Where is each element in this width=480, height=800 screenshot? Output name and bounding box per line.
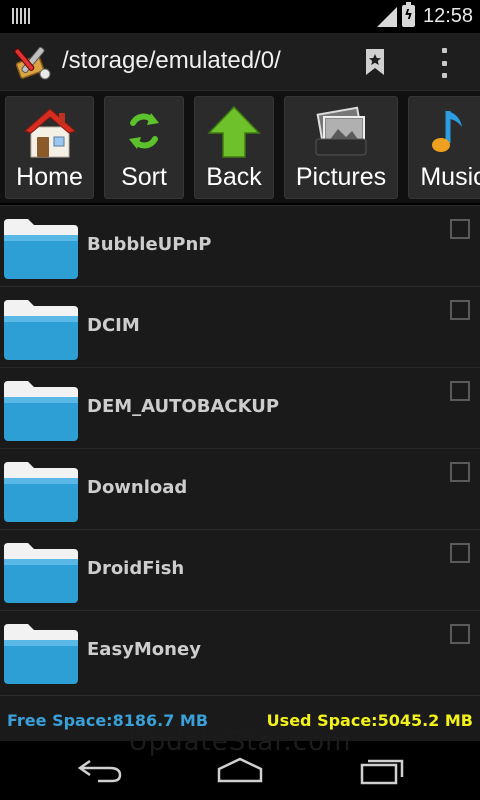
used-space-label: Used Space:5045.2 MB <box>266 711 473 730</box>
back-button[interactable]: Back <box>194 96 274 199</box>
house-icon <box>23 108 76 158</box>
folder-icon <box>4 381 78 441</box>
bookmark-icon[interactable] <box>364 48 386 76</box>
home-button[interactable]: Home <box>5 96 94 199</box>
file-name: DEM_AUTOBACKUP <box>87 396 280 417</box>
file-checkbox[interactable] <box>450 300 470 320</box>
pictures-button-label: Pictures <box>295 163 387 191</box>
folder-icon <box>4 300 78 360</box>
file-name: Download <box>87 477 188 498</box>
back-nav-icon[interactable] <box>76 755 126 785</box>
file-name: DCIM <box>87 315 140 336</box>
pictures-button[interactable]: Pictures <box>284 96 398 199</box>
file-list: BubbleUPnP DCIM DEM_AUTOBACKUP Download <box>0 205 480 695</box>
file-row[interactable]: DroidFish <box>0 529 480 610</box>
status-clock: 12:58 <box>423 5 474 27</box>
app-logo-icon[interactable] <box>14 43 54 83</box>
file-row[interactable]: BubbleUPnP <box>0 205 480 286</box>
file-row[interactable]: Download <box>0 448 480 529</box>
notification-icon <box>12 8 30 24</box>
sort-button-label: Sort <box>121 163 167 191</box>
folder-icon <box>4 462 78 522</box>
system-nav-bar: UpdateStar.com <box>0 727 480 800</box>
free-space-label: Free Space:8186.7 MB <box>7 711 209 730</box>
recent-apps-icon[interactable] <box>356 755 406 785</box>
file-name: DroidFish <box>87 558 185 579</box>
music-button-label: Music <box>420 163 480 191</box>
file-row[interactable]: DEM_AUTOBACKUP <box>0 367 480 448</box>
signal-icon <box>377 7 397 27</box>
file-row[interactable]: EasyMoney <box>0 610 480 691</box>
file-checkbox[interactable] <box>450 543 470 563</box>
music-button[interactable]: Music <box>408 96 480 199</box>
file-checkbox[interactable] <box>450 219 470 239</box>
action-bar: /storage/emulated/0/ <box>0 33 480 91</box>
current-path: /storage/emulated/0/ <box>62 47 281 74</box>
battery-charging-icon <box>402 2 415 27</box>
folder-icon <box>4 624 78 684</box>
quick-toolbar: Home Sort Back Pictures Music <box>0 91 480 203</box>
file-checkbox[interactable] <box>450 624 470 644</box>
file-checkbox[interactable] <box>450 462 470 482</box>
sort-button[interactable]: Sort <box>104 96 184 199</box>
overflow-menu-icon[interactable] <box>438 48 450 78</box>
file-row[interactable]: DCIM <box>0 286 480 367</box>
up-arrow-icon <box>207 105 261 158</box>
home-button-label: Home <box>16 163 83 191</box>
file-name: BubbleUPnP <box>87 234 212 255</box>
file-name: EasyMoney <box>87 639 201 660</box>
home-nav-icon[interactable] <box>215 755 265 785</box>
folder-icon <box>4 219 78 279</box>
status-bar: 12:58 <box>0 0 480 33</box>
folder-icon <box>4 543 78 603</box>
pictures-icon <box>315 106 367 156</box>
back-button-label: Back <box>206 163 262 191</box>
storage-footer: Free Space:8186.7 MB Used Space:5045.2 M… <box>0 695 480 741</box>
music-note-icon <box>432 111 462 152</box>
file-checkbox[interactable] <box>450 381 470 401</box>
sort-arrows-icon <box>129 113 159 149</box>
